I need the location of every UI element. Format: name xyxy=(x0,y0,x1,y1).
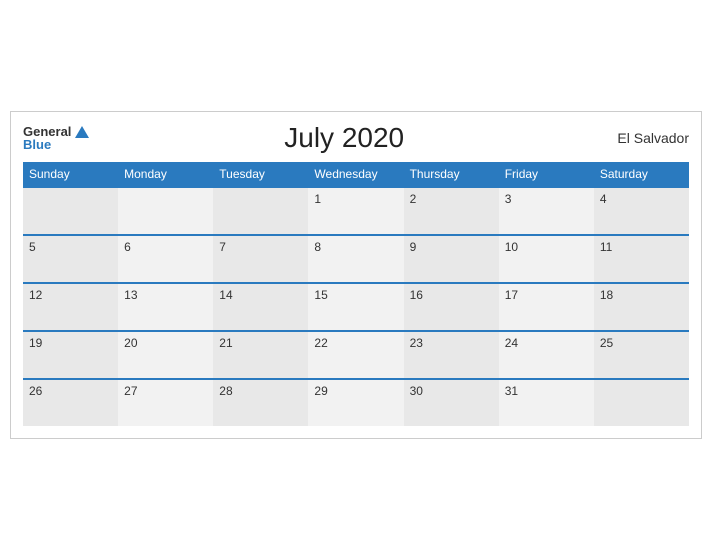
day-number: 28 xyxy=(219,384,232,398)
logo: General Blue xyxy=(23,125,89,151)
calendar-day xyxy=(594,379,689,426)
calendar-day xyxy=(23,187,118,235)
calendar-day: 28 xyxy=(213,379,308,426)
weekday-header-tuesday: Tuesday xyxy=(213,162,308,187)
day-number: 15 xyxy=(314,288,327,302)
calendar-day: 12 xyxy=(23,283,118,331)
day-number: 11 xyxy=(600,240,612,254)
weekday-header-friday: Friday xyxy=(499,162,594,187)
calendar-day: 10 xyxy=(499,235,594,283)
calendar-body: 1234567891011121314151617181920212223242… xyxy=(23,187,689,426)
calendar-day: 3 xyxy=(499,187,594,235)
calendar-day: 15 xyxy=(308,283,403,331)
calendar-day xyxy=(118,187,213,235)
day-number: 30 xyxy=(410,384,423,398)
day-number: 20 xyxy=(124,336,137,350)
week-row-4: 19 20 21 22 23 24 25 xyxy=(23,331,689,379)
day-number: 8 xyxy=(314,240,321,254)
weekday-header-wednesday: Wednesday xyxy=(308,162,403,187)
calendar-day: 20 xyxy=(118,331,213,379)
calendar-day: 6 xyxy=(118,235,213,283)
weekday-header-monday: Monday xyxy=(118,162,213,187)
day-number: 1 xyxy=(314,192,321,206)
weekday-header-thursday: Thursday xyxy=(404,162,499,187)
calendar-day: 26 xyxy=(23,379,118,426)
day-number: 13 xyxy=(124,288,137,302)
calendar-day: 29 xyxy=(308,379,403,426)
calendar-day: 13 xyxy=(118,283,213,331)
day-number: 6 xyxy=(124,240,131,254)
weekday-header-saturday: Saturday xyxy=(594,162,689,187)
calendar: General Blue July 2020 El Salvador Sunda… xyxy=(10,111,702,439)
calendar-day: 31 xyxy=(499,379,594,426)
day-number: 4 xyxy=(600,192,607,206)
calendar-day: 2 xyxy=(404,187,499,235)
logo-blue-label: Blue xyxy=(23,138,89,151)
day-number: 27 xyxy=(124,384,137,398)
day-number: 18 xyxy=(600,288,613,302)
logo-triangle-icon xyxy=(75,126,89,138)
calendar-day: 30 xyxy=(404,379,499,426)
calendar-day: 11 xyxy=(594,235,689,283)
calendar-day: 14 xyxy=(213,283,308,331)
calendar-day: 24 xyxy=(499,331,594,379)
calendar-day: 21 xyxy=(213,331,308,379)
day-number: 17 xyxy=(505,288,518,302)
calendar-day: 17 xyxy=(499,283,594,331)
calendar-day: 27 xyxy=(118,379,213,426)
week-row-1: 1 2 3 4 xyxy=(23,187,689,235)
calendar-title: July 2020 xyxy=(89,122,599,154)
calendar-day: 22 xyxy=(308,331,403,379)
calendar-day: 8 xyxy=(308,235,403,283)
day-number: 5 xyxy=(29,240,36,254)
calendar-day: 5 xyxy=(23,235,118,283)
calendar-day: 19 xyxy=(23,331,118,379)
day-number: 16 xyxy=(410,288,423,302)
calendar-grid: SundayMondayTuesdayWednesdayThursdayFrid… xyxy=(23,162,689,426)
weekday-header-sunday: Sunday xyxy=(23,162,118,187)
day-number: 19 xyxy=(29,336,42,350)
day-number: 23 xyxy=(410,336,423,350)
day-number: 3 xyxy=(505,192,512,206)
day-number: 12 xyxy=(29,288,42,302)
calendar-weekdays-header: SundayMondayTuesdayWednesdayThursdayFrid… xyxy=(23,162,689,187)
calendar-day: 23 xyxy=(404,331,499,379)
calendar-day: 9 xyxy=(404,235,499,283)
calendar-day: 4 xyxy=(594,187,689,235)
day-number: 2 xyxy=(410,192,417,206)
calendar-header: General Blue July 2020 El Salvador xyxy=(23,122,689,154)
day-number: 31 xyxy=(505,384,518,398)
day-number: 7 xyxy=(219,240,226,254)
calendar-day: 1 xyxy=(308,187,403,235)
day-number: 22 xyxy=(314,336,327,350)
day-number: 14 xyxy=(219,288,232,302)
week-row-3: 12 13 14 15 16 17 18 xyxy=(23,283,689,331)
calendar-country: El Salvador xyxy=(599,130,689,146)
day-number: 26 xyxy=(29,384,42,398)
calendar-day: 25 xyxy=(594,331,689,379)
weekday-row: SundayMondayTuesdayWednesdayThursdayFrid… xyxy=(23,162,689,187)
calendar-day: 16 xyxy=(404,283,499,331)
day-number: 21 xyxy=(219,336,232,350)
day-number: 25 xyxy=(600,336,613,350)
calendar-day: 18 xyxy=(594,283,689,331)
day-number: 9 xyxy=(410,240,417,254)
day-number: 10 xyxy=(505,240,518,254)
day-number: 29 xyxy=(314,384,327,398)
week-row-2: 5 6 7 8 9 10 11 xyxy=(23,235,689,283)
week-row-5: 26 27 28 29 30 31 xyxy=(23,379,689,426)
calendar-day xyxy=(213,187,308,235)
calendar-day: 7 xyxy=(213,235,308,283)
day-number: 24 xyxy=(505,336,518,350)
